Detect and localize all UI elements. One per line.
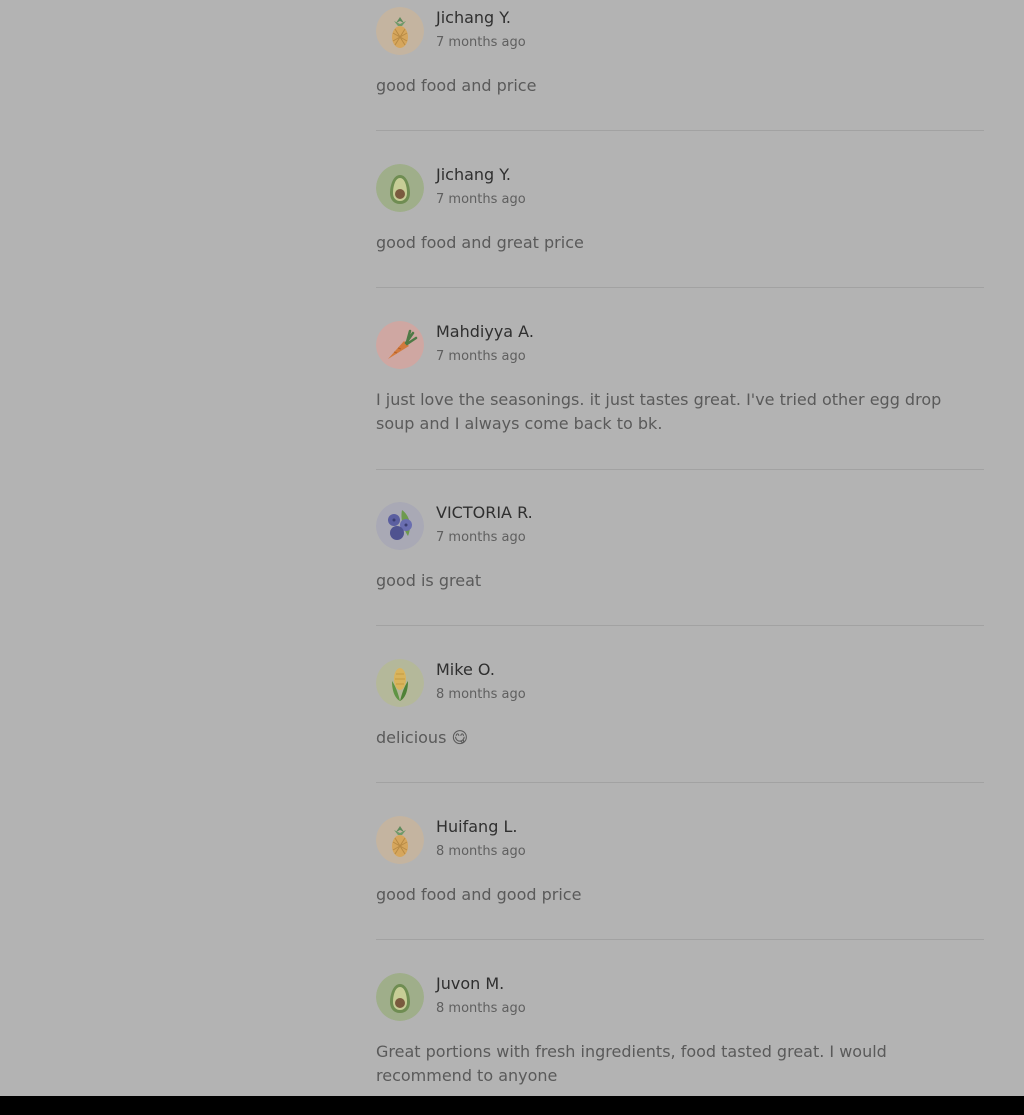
reviewer-name[interactable]: VICTORIA R. bbox=[436, 503, 533, 523]
review-text: delicious 😋 bbox=[376, 728, 469, 747]
review-time: 8 months ago bbox=[436, 687, 526, 702]
reviewer-name[interactable]: Jichang Y. bbox=[436, 8, 511, 28]
pineapple-icon bbox=[376, 816, 424, 864]
reviewer-name[interactable]: Mahdiyya A. bbox=[436, 322, 534, 342]
avocado-icon bbox=[376, 164, 424, 212]
review-divider bbox=[376, 625, 984, 626]
review-time: 7 months ago bbox=[436, 192, 526, 207]
review-text: good food and great price bbox=[376, 233, 584, 252]
bottom-bar bbox=[0, 1096, 1024, 1115]
review-divider bbox=[376, 782, 984, 783]
review-text: I just love the seasonings. it just tast… bbox=[376, 390, 942, 433]
carrot-icon bbox=[376, 321, 424, 369]
review-text: Great portions with fresh ingredients, f… bbox=[376, 1042, 887, 1085]
review-divider bbox=[376, 130, 984, 131]
review-text: good food and price bbox=[376, 76, 537, 95]
avocado-icon bbox=[376, 973, 424, 1021]
review-divider bbox=[376, 939, 984, 940]
review-time: 7 months ago bbox=[436, 530, 526, 545]
reviewer-name[interactable]: Huifang L. bbox=[436, 817, 517, 837]
review-time: 7 months ago bbox=[436, 35, 526, 50]
reviewer-name[interactable]: Mike O. bbox=[436, 660, 495, 680]
review-text: good food and good price bbox=[376, 885, 582, 904]
review-time: 8 months ago bbox=[436, 1001, 526, 1016]
review-divider bbox=[376, 469, 984, 470]
corn-icon bbox=[376, 659, 424, 707]
reviewer-name[interactable]: Jichang Y. bbox=[436, 165, 511, 185]
review-divider bbox=[376, 287, 984, 288]
review-text: good is great bbox=[376, 571, 482, 590]
review-time: 8 months ago bbox=[436, 844, 526, 859]
reviewer-name[interactable]: Juvon M. bbox=[436, 974, 504, 994]
review-time: 7 months ago bbox=[436, 349, 526, 364]
pineapple-icon bbox=[376, 7, 424, 55]
blueberry-icon bbox=[376, 502, 424, 550]
